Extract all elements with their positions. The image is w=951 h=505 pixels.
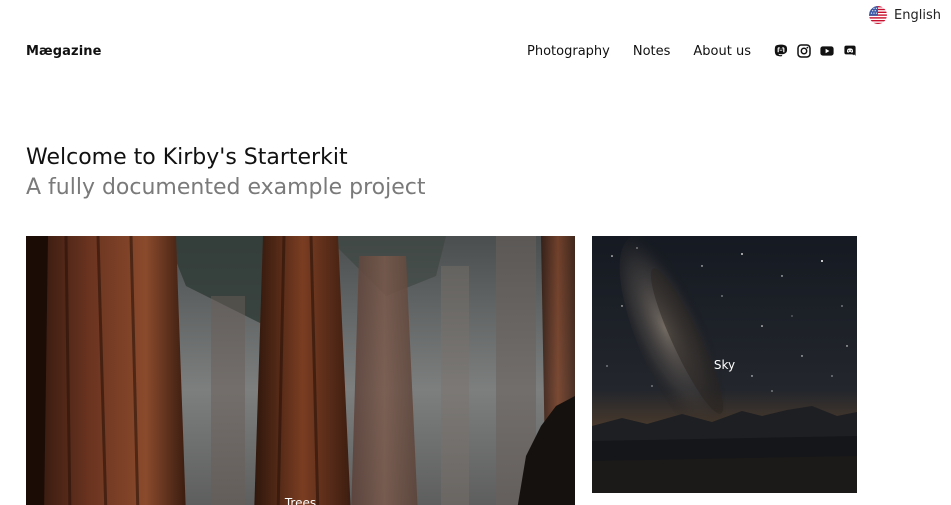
trees-photo: [26, 236, 575, 505]
page-subtitle: A fully documented example project: [26, 175, 426, 200]
nav-item-about-us[interactable]: About us: [693, 44, 751, 59]
youtube-icon[interactable]: [820, 44, 834, 58]
mastodon-icon[interactable]: [774, 44, 788, 58]
album-tile-trees[interactable]: Trees: [26, 236, 575, 505]
nav-item-photography[interactable]: Photography: [527, 44, 610, 59]
main-nav: Photography Notes About us: [504, 44, 857, 59]
album-label-trees: Trees: [284, 496, 317, 505]
instagram-icon[interactable]: [797, 44, 811, 58]
page-title: Welcome to Kirby's Starterkit: [26, 145, 348, 170]
intro: Welcome to Kirby's Starterkit A fully do…: [26, 143, 426, 203]
nav-item-notes[interactable]: Notes: [633, 44, 671, 59]
site-logo[interactable]: Mægazine: [26, 44, 102, 59]
language-label: English: [894, 7, 941, 23]
album-tile-sky[interactable]: Sky: [592, 236, 857, 493]
language-switcher[interactable]: English: [869, 6, 941, 24]
social-links: [774, 44, 857, 58]
us-flag-icon: [869, 6, 888, 24]
discord-icon[interactable]: [843, 44, 857, 58]
album-label-sky: Sky: [713, 358, 736, 372]
site-header: Mægazine Photography Notes About us: [26, 40, 857, 62]
page: English Mægazine Photography Notes About…: [0, 0, 951, 505]
